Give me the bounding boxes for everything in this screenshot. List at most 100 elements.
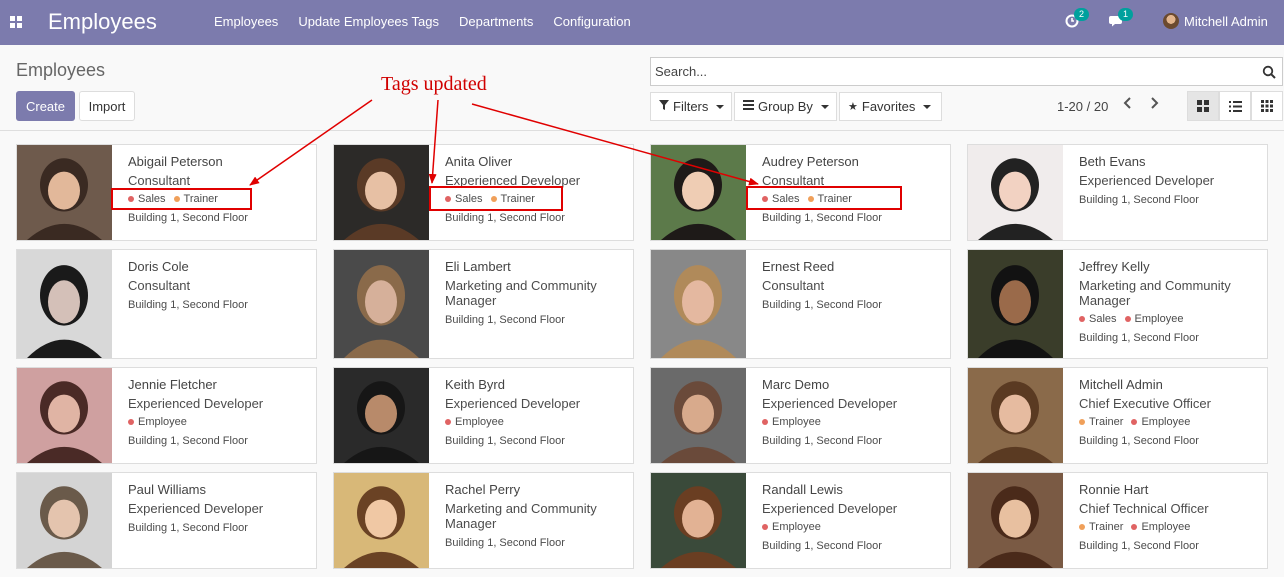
messages-chat-icon[interactable]: 1 bbox=[1109, 8, 1134, 31]
employee-name: Abigail Peterson bbox=[128, 154, 223, 169]
employee-info: Ronnie Hart Chief Technical Officer Traine… bbox=[1079, 481, 1261, 553]
employee-info: Randall Lewis Experienced Developer Employ… bbox=[762, 481, 944, 553]
filter-funnel-icon bbox=[659, 100, 669, 113]
annotation-highlight-box bbox=[429, 186, 563, 211]
employee-work-location: Building 1, Second Floor bbox=[445, 314, 565, 326]
search-input[interactable] bbox=[655, 64, 1245, 79]
tag-label: Employee bbox=[772, 416, 821, 428]
employee-card[interactable]: Beth Evans Experienced Developer Building … bbox=[967, 144, 1268, 241]
tag-label: Employee bbox=[1134, 313, 1184, 325]
employee-card[interactable]: Keith Byrd Experienced Developer Employee B… bbox=[333, 367, 634, 464]
employee-tags: Employee bbox=[128, 415, 310, 429]
chevron-down-icon bbox=[716, 104, 725, 109]
menu-employees[interactable]: Employees bbox=[214, 14, 278, 29]
employee-name: Mitchell Admin bbox=[1079, 377, 1163, 392]
employee-card[interactable]: Marc Demo Experienced Developer Employee Bu… bbox=[650, 367, 951, 464]
employee-work-location: Building 1, Second Floor bbox=[445, 212, 565, 224]
employee-photo bbox=[334, 368, 429, 463]
employee-work-location: Building 1, Second Floor bbox=[1079, 435, 1199, 447]
list-bars-icon bbox=[743, 100, 754, 113]
employee-card[interactable]: Randall Lewis Experienced Developer Employ… bbox=[650, 472, 951, 569]
group-by-button[interactable]: Group By bbox=[734, 92, 837, 121]
employee-job-title: Consultant bbox=[128, 278, 191, 293]
chevron-right-icon[interactable] bbox=[1150, 96, 1160, 115]
search-icon[interactable] bbox=[1262, 65, 1276, 79]
tag-label: Sales bbox=[1089, 313, 1117, 325]
favorites-label: Favorites bbox=[861, 99, 916, 114]
annotation-label: Tags updated bbox=[381, 73, 487, 95]
employee-photo bbox=[17, 250, 112, 358]
import-button[interactable]: Import bbox=[79, 91, 135, 121]
user-menu[interactable]: Mitchell Admin bbox=[1163, 13, 1268, 29]
messages-badge: 1 bbox=[1118, 8, 1134, 21]
list-view-button[interactable] bbox=[1219, 91, 1251, 121]
employee-info: Marc Demo Experienced Developer Employee Bu… bbox=[762, 376, 944, 448]
employee-card[interactable]: Eli Lambert Marketing and Community Manag… bbox=[333, 249, 634, 359]
activity-clock-icon[interactable]: 2 bbox=[1065, 8, 1090, 31]
employee-job-title: Experienced Developer bbox=[445, 396, 581, 411]
employee-info: Paul Williams Experienced Developer Buildi… bbox=[128, 481, 310, 535]
tag-label: Trainer bbox=[1089, 521, 1124, 533]
apps-menu-icon[interactable] bbox=[10, 16, 22, 28]
employee-photo bbox=[651, 368, 746, 463]
employee-work-location: Building 1, Second Floor bbox=[1079, 332, 1199, 344]
employee-tag: Employee bbox=[1131, 415, 1190, 429]
filters-button[interactable]: Filters bbox=[650, 92, 732, 121]
employee-card[interactable]: Mitchell Admin Chief Executive Officer Tra… bbox=[967, 367, 1268, 464]
employee-tags: Employee bbox=[762, 415, 944, 429]
menu-departments[interactable]: Departments bbox=[459, 14, 533, 29]
tag-color-dot bbox=[1131, 419, 1138, 425]
employee-photo bbox=[651, 473, 746, 568]
employee-photo bbox=[334, 473, 429, 568]
employee-card[interactable]: Rachel Perry Marketing and Community Mana… bbox=[333, 472, 634, 569]
employee-card[interactable]: Paul Williams Experienced Developer Buildi… bbox=[16, 472, 317, 569]
favorites-button[interactable]: ★ Favorites bbox=[839, 92, 942, 121]
menu-update-employees-tags[interactable]: Update Employees Tags bbox=[298, 14, 439, 29]
employee-name: Keith Byrd bbox=[445, 377, 505, 392]
menu-configuration[interactable]: Configuration bbox=[553, 14, 630, 29]
control-panel-divider bbox=[0, 130, 1284, 131]
employee-tags: Employee bbox=[445, 415, 627, 429]
employee-info: Beth Evans Experienced Developer Building … bbox=[1079, 153, 1261, 207]
employee-job-title: Experienced Developer bbox=[762, 501, 898, 516]
employee-name: Eli Lambert bbox=[445, 259, 511, 274]
tag-label: Employee bbox=[1141, 416, 1191, 428]
tag-color-dot bbox=[1079, 524, 1085, 530]
employee-info: Rachel Perry Marketing and Community Mana… bbox=[445, 481, 627, 550]
employee-job-title: Marketing and Community Manager bbox=[445, 501, 597, 531]
activity-view-button[interactable] bbox=[1251, 91, 1283, 121]
employee-job-title: Chief Executive Officer bbox=[1079, 396, 1211, 411]
employee-card[interactable]: Jeffrey Kelly Marketing and Community Man… bbox=[967, 249, 1268, 359]
activity-badge: 2 bbox=[1074, 8, 1090, 21]
employee-work-location: Building 1, Second Floor bbox=[1079, 540, 1199, 552]
employee-name: Audrey Peterson bbox=[762, 154, 859, 169]
employee-photo bbox=[17, 368, 112, 463]
employee-card[interactable]: Jennie Fletcher Experienced Developer Empl… bbox=[16, 367, 317, 464]
app-title[interactable]: Employees bbox=[48, 9, 157, 35]
employee-card[interactable]: Ernest Reed Consultant Building 1, Second … bbox=[650, 249, 951, 359]
employee-name: Ernest Reed bbox=[762, 259, 835, 274]
employee-tags: Trainer Employee bbox=[1079, 520, 1261, 534]
tag-label: Trainer bbox=[1089, 416, 1124, 428]
annotation-highlight-box bbox=[111, 188, 252, 210]
employee-job-title: Consultant bbox=[128, 173, 191, 188]
star-icon: ★ bbox=[848, 101, 858, 113]
employee-info: Mitchell Admin Chief Executive Officer Tra… bbox=[1079, 376, 1261, 448]
chevron-left-icon[interactable] bbox=[1122, 96, 1132, 115]
group-by-label: Group By bbox=[758, 99, 813, 114]
employee-tags: Trainer Employee bbox=[1079, 415, 1261, 429]
employee-name: Randall Lewis bbox=[762, 482, 843, 497]
employee-info: Ernest Reed Consultant Building 1, Second … bbox=[762, 258, 944, 312]
employee-photo bbox=[968, 145, 1063, 240]
employee-work-location: Building 1, Second Floor bbox=[762, 212, 882, 224]
pager-value[interactable]: 1-20 / 20 bbox=[1057, 99, 1108, 114]
kanban-view-button[interactable] bbox=[1187, 91, 1219, 121]
employee-photo bbox=[968, 250, 1063, 358]
kanban-grid-icon bbox=[1197, 100, 1209, 112]
employee-card[interactable]: Ronnie Hart Chief Technical Officer Traine… bbox=[967, 472, 1268, 569]
employee-info: Jennie Fletcher Experienced Developer Empl… bbox=[128, 376, 310, 448]
tag-label: Employee bbox=[1141, 521, 1191, 533]
tag-color-dot bbox=[1131, 524, 1138, 530]
create-button[interactable]: Create bbox=[16, 91, 75, 121]
employee-card[interactable]: Doris Cole Consultant Building 1, Second F… bbox=[16, 249, 317, 359]
